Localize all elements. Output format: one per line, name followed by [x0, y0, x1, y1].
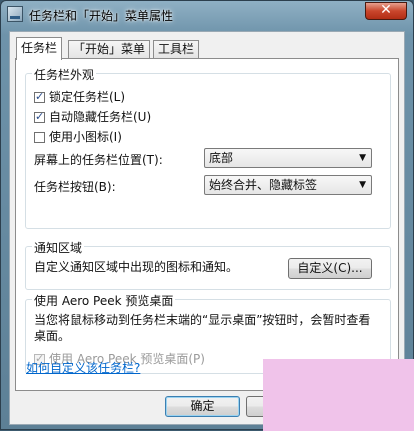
chevron-down-icon: ▼ — [359, 153, 366, 163]
checkbox-box[interactable] — [34, 132, 45, 143]
customize-notifications-button[interactable]: 自定义(C)... — [288, 258, 372, 279]
tab-start-menu[interactable]: 「开始」菜单 — [68, 40, 151, 59]
small-icons-label: 使用小图标(I) — [49, 130, 122, 144]
notification-description: 自定义通知区域中出现的图标和通知。 — [34, 260, 239, 274]
small-icons-checkbox[interactable]: 使用小图标(I) — [34, 128, 122, 144]
position-select[interactable]: 底部 ▼ — [204, 148, 372, 168]
tab-taskbar[interactable]: 任务栏 — [16, 37, 63, 60]
buttons-label: 任务栏按钮(B): — [34, 180, 116, 194]
notification-group-title: 通知区域 — [32, 239, 85, 256]
properties-window: 任务栏和「开始」菜单属性 ✕ 任务栏 「开始」菜单 工具栏 任务栏外观 锁定任务… — [0, 0, 414, 431]
checkmark-icon[interactable] — [34, 110, 45, 123]
buttons-select[interactable]: 始终合并、隐藏标签 ▼ — [204, 175, 372, 195]
tab-panel-taskbar: 任务栏外观 锁定任务栏(L) 自动隐藏任务栏(U) 使用小图标(I) 屏幕上的任… — [15, 58, 399, 391]
auto-hide-checkbox[interactable]: 自动隐藏任务栏(U) — [34, 108, 151, 124]
taskbar-properties-icon — [7, 6, 23, 22]
tab-toolbars[interactable]: 工具栏 — [153, 40, 200, 59]
lock-taskbar-checkbox[interactable]: 锁定任务栏(L) — [34, 88, 125, 104]
position-label: 屏幕上的任务栏位置(T): — [34, 153, 163, 167]
lock-taskbar-label: 锁定任务栏(L) — [49, 90, 126, 104]
appearance-group: 任务栏外观 锁定任务栏(L) 自动隐藏任务栏(U) 使用小图标(I) 屏幕上的任… — [25, 66, 391, 229]
appearance-group-title: 任务栏外观 — [32, 66, 97, 83]
auto-hide-label: 自动隐藏任务栏(U) — [49, 110, 152, 124]
close-button[interactable]: ✕ — [365, 2, 407, 20]
checkmark-icon[interactable] — [34, 90, 45, 103]
window-title: 任务栏和「开始」菜单属性 — [29, 9, 174, 23]
notification-group: 通知区域 自定义通知区域中出现的图标和通知。 自定义(C)... — [25, 239, 391, 290]
title-bar[interactable]: 任务栏和「开始」菜单属性 ✕ — [1, 1, 413, 29]
buttons-select-value: 始终合并、隐藏标签 — [209, 178, 318, 192]
help-link[interactable]: 如何自定义该任务栏? — [26, 359, 140, 376]
aero-peek-description: 当您将鼠标移动到任务栏末端的“显示桌面”按钮时，会暂时查看桌面。 — [34, 313, 371, 343]
ok-button[interactable]: 确定 — [165, 396, 240, 417]
aero-peek-group-title: 使用 Aero Peek 预览桌面 — [32, 292, 176, 309]
position-select-value: 底部 — [209, 151, 234, 165]
chevron-down-icon: ▼ — [359, 180, 366, 190]
pink-overlay-block — [263, 359, 414, 431]
